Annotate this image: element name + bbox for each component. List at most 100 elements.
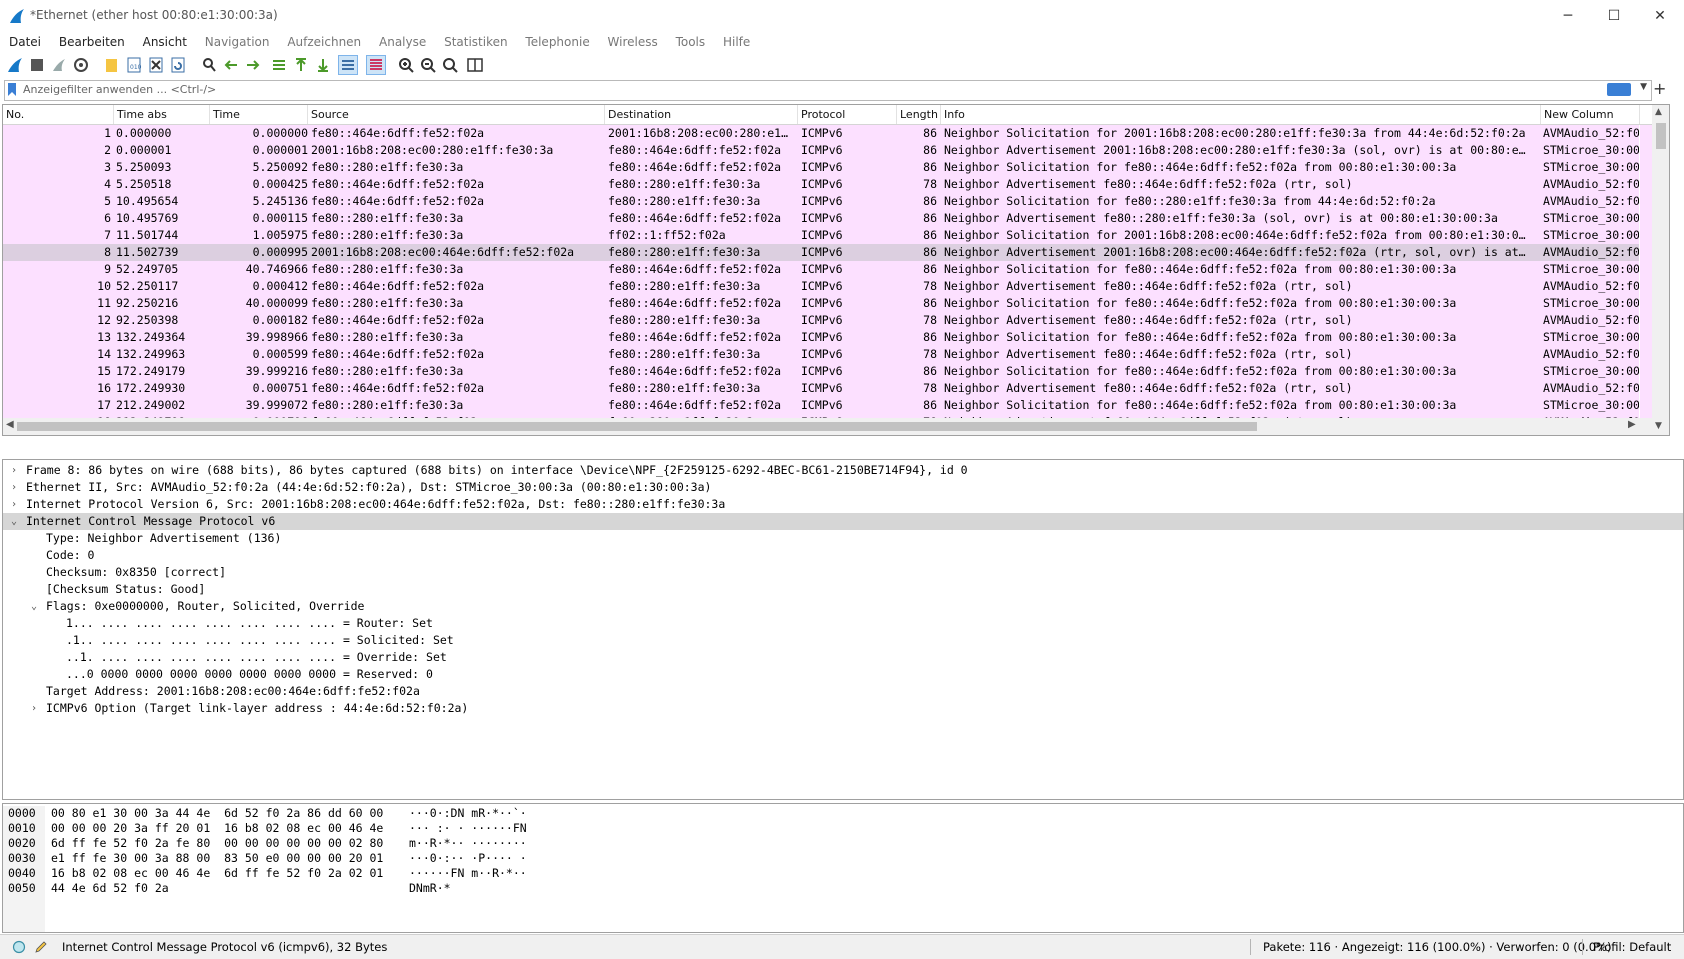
byte-hex[interactable]: 16 b8 02 08 ec 00 46 4e 6d ff fe 52 f0 2… [51, 866, 383, 881]
byte-ascii[interactable]: ···0·:·· ·P···· · [409, 851, 527, 866]
menu-datei[interactable]: Datei [0, 32, 48, 52]
column-header-no[interactable]: No. [3, 105, 114, 124]
minimize-button[interactable]: ─ [1545, 0, 1591, 32]
detail-tree-item[interactable]: Type: Neighbor Advertisement (136) [3, 530, 1683, 547]
bookmark-icon[interactable] [7, 83, 17, 96]
auto-scroll-icon[interactable] [338, 55, 358, 75]
detail-tree-item[interactable]: Checksum: 0x8350 [correct] [3, 564, 1683, 581]
packet-row[interactable]: 14 132.249963 0.000599 fe80::464e:6dff:fe52… [3, 346, 1639, 363]
menu-bearbeiten[interactable]: Bearbeiten [52, 32, 132, 52]
maximize-button[interactable]: ☐ [1591, 0, 1637, 32]
byte-offset[interactable]: 0030 [8, 851, 36, 866]
display-filter-input[interactable] [23, 82, 1603, 97]
edit-comment-icon[interactable] [34, 940, 48, 954]
expand-chevron-right-icon[interactable]: › [8, 479, 20, 496]
expand-chevron-right-icon[interactable]: › [8, 462, 20, 479]
open-file-icon[interactable] [103, 56, 121, 74]
packet-row[interactable]: 6 10.495769 0.000115 fe80::280:e1ff:fe30:3a… [3, 210, 1639, 227]
zoom-out-icon[interactable] [419, 56, 437, 74]
detail-tree-item[interactable]: ..1. .... .... .... .... .... .... .... … [3, 649, 1683, 666]
last-packet-icon[interactable] [314, 56, 332, 74]
menu-ansicht[interactable]: Ansicht [136, 32, 194, 52]
packet-row[interactable]: 9 52.249705 40.746966 fe80::280:e1ff:fe30:3… [3, 261, 1639, 278]
resize-columns-icon[interactable] [466, 56, 484, 74]
menu-navigation[interactable]: Navigation [198, 32, 277, 52]
colorize-icon[interactable] [366, 55, 386, 75]
detail-tree-item[interactable]: [Checksum Status: Good] [3, 581, 1683, 598]
detail-tree-item[interactable]: › Ethernet II, Src: AVMAudio_52:f0:2a (44… [3, 479, 1683, 496]
expert-info-status-icon[interactable] [12, 940, 26, 954]
menu-telephonie[interactable]: Telephonie [518, 32, 596, 52]
packet-row[interactable]: 4 5.250518 0.000425 fe80::464e:6dff:fe52:f0… [3, 176, 1639, 193]
packet-list-horizontal-scrollbar[interactable]: ◀ ▶ [3, 418, 1652, 435]
byte-offset[interactable]: 0020 [8, 836, 36, 851]
scroll-right-icon[interactable]: ▶ [1628, 419, 1636, 430]
detail-tree-item[interactable]: › Frame 8: 86 bytes on wire (688 bits), 8… [3, 462, 1683, 479]
packet-row[interactable]: 2 0.000001 0.000001 2001:16b8:208:ec00:280:… [3, 142, 1639, 159]
packet-row[interactable]: 11 92.250216 40.000099 fe80::280:e1ff:fe30:… [3, 295, 1639, 312]
packet-row[interactable]: 5 10.495654 5.245136 fe80::464e:6dff:fe52:f… [3, 193, 1639, 210]
filter-history-chevron-down-icon[interactable]: ▼ [1640, 82, 1647, 92]
byte-offset[interactable]: 0000 [8, 806, 36, 821]
byte-ascii[interactable]: m··R·*·· ········ [409, 836, 527, 851]
menu-hilfe[interactable]: Hilfe [716, 32, 757, 52]
detail-tree-item[interactable]: ⌄ Internet Control Message Protocol v6 [3, 513, 1683, 530]
byte-hex[interactable]: 44 4e 6d 52 f0 2a [51, 881, 169, 896]
packet-row[interactable]: 10 52.250117 0.000412 fe80::464e:6dff:fe52:… [3, 278, 1639, 295]
byte-ascii[interactable]: ···0·:DN mR·*··`· [409, 806, 527, 821]
expand-chevron-right-icon[interactable]: › [8, 496, 20, 513]
packet-row[interactable]: 17 212.249002 39.999072 fe80::280:e1ff:fe30… [3, 397, 1639, 414]
packet-list-vertical-scrollbar[interactable]: ▲ ▼ [1652, 105, 1669, 435]
column-header-new-column[interactable]: New Column [1541, 105, 1640, 124]
status-profile[interactable]: Profil: Default [1593, 935, 1671, 959]
horizontal-scroll-thumb[interactable] [17, 422, 1257, 431]
column-header-info[interactable]: Info [941, 105, 1541, 124]
byte-hex[interactable]: e1 ff fe 30 00 3a 88 00 83 50 e0 00 00 0… [51, 851, 383, 866]
column-header-time[interactable]: Time [210, 105, 308, 124]
close-button[interactable]: ✕ [1637, 0, 1683, 32]
packet-row[interactable]: 13 132.249364 39.998966 fe80::280:e1ff:fe30… [3, 329, 1639, 346]
detail-tree-item[interactable]: Target Address: 2001:16b8:208:ec00:464e:… [3, 683, 1683, 700]
go-to-packet-icon[interactable] [270, 56, 288, 74]
byte-hex[interactable]: 00 00 00 20 3a ff 20 01 16 b8 02 08 ec 0… [51, 821, 383, 836]
column-header-protocol[interactable]: Protocol [798, 105, 897, 124]
vertical-scroll-thumb[interactable] [1656, 123, 1666, 149]
detail-tree-item[interactable]: ⌄ Flags: 0xe0000000, Router, Solicited, O… [3, 598, 1683, 615]
packet-minimap[interactable] [1640, 125, 1652, 418]
start-capture-icon[interactable] [6, 56, 24, 74]
save-file-icon[interactable]: 010 [125, 56, 143, 74]
packet-row[interactable]: 12 92.250398 0.000182 fe80::464e:6dff:fe52:… [3, 312, 1639, 329]
column-header-source[interactable]: Source [308, 105, 605, 124]
packet-row[interactable]: 1 0.000000 0.000000 fe80::464e:6dff:fe52:f0… [3, 125, 1639, 142]
column-header-destination[interactable]: Destination [605, 105, 798, 124]
first-packet-icon[interactable] [292, 56, 310, 74]
add-filter-button-plus-icon[interactable]: + [1653, 79, 1666, 98]
byte-hex[interactable]: 6d ff fe 52 f0 2a fe 80 00 00 00 00 00 0… [51, 836, 383, 851]
byte-offset[interactable]: 0010 [8, 821, 36, 836]
packet-row[interactable]: 15 172.249179 39.999216 fe80::280:e1ff:fe30… [3, 363, 1639, 380]
zoom-in-icon[interactable] [397, 56, 415, 74]
menu-tools[interactable]: Tools [669, 32, 713, 52]
detail-tree-item[interactable]: ...0 0000 0000 0000 0000 0000 0000 0000 … [3, 666, 1683, 683]
byte-offset[interactable]: 0050 [8, 881, 36, 896]
go-back-icon[interactable] [222, 56, 240, 74]
scroll-down-icon[interactable]: ▼ [1655, 421, 1662, 431]
detail-tree-item[interactable]: › ICMPv6 Option (Target link-layer addres… [3, 700, 1683, 717]
menu-aufzeichnen[interactable]: Aufzeichnen [280, 32, 368, 52]
packet-row[interactable]: 7 11.501744 1.005975 fe80::280:e1ff:fe30:3a… [3, 227, 1639, 244]
byte-ascii[interactable]: ······FN m··R·*·· [409, 866, 527, 881]
packet-row[interactable]: 8 11.502739 0.000995 2001:16b8:208:ec00:464… [3, 244, 1639, 261]
byte-ascii[interactable]: ··· :· · ······FN [409, 821, 527, 836]
capture-options-icon[interactable] [72, 56, 90, 74]
detail-tree-item[interactable]: .1.. .... .... .... .... .... .... .... … [3, 632, 1683, 649]
detail-tree-item[interactable]: 1... .... .... .... .... .... .... .... … [3, 615, 1683, 632]
menu-wireless[interactable]: Wireless [601, 32, 665, 52]
detail-tree-item[interactable]: › Internet Protocol Version 6, Src: 2001:… [3, 496, 1683, 513]
apply-filter-arrow-icon[interactable] [1607, 83, 1631, 96]
byte-offset[interactable]: 0040 [8, 866, 36, 881]
menu-analyse[interactable]: Analyse [372, 32, 433, 52]
packet-row[interactable]: 16 172.249930 0.000751 fe80::464e:6dff:fe52… [3, 380, 1639, 397]
column-header-time-abs[interactable]: Time abs [114, 105, 210, 124]
menu-statistiken[interactable]: Statistiken [437, 32, 515, 52]
collapse-chevron-down-icon[interactable]: ⌄ [8, 513, 20, 530]
